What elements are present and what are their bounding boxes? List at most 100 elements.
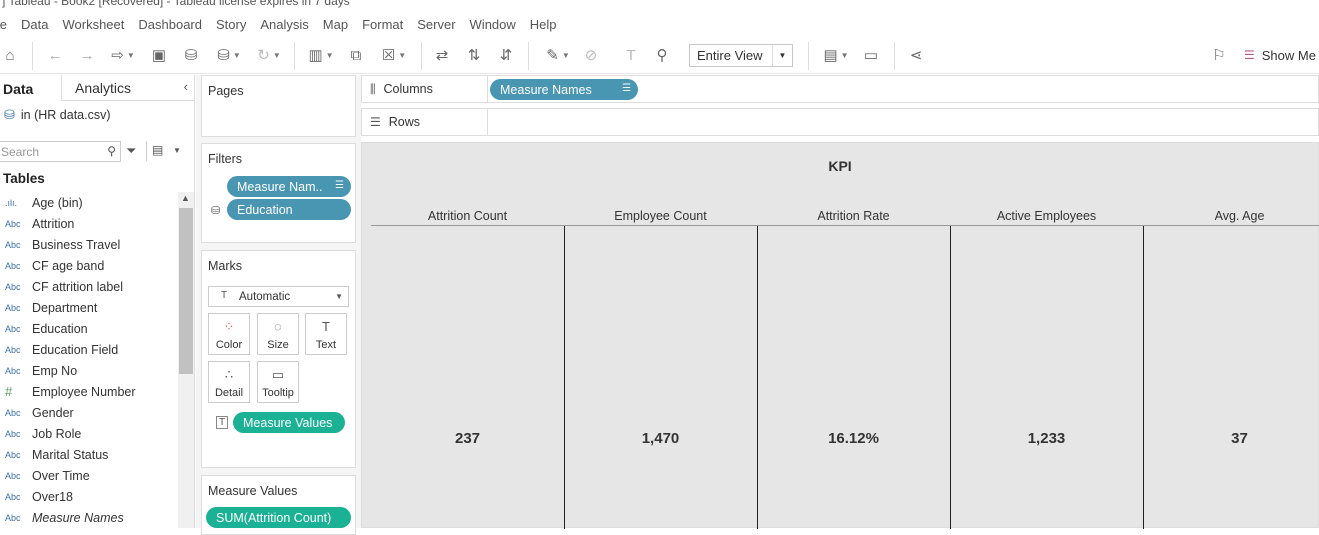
scroll-up-icon[interactable]: ▲: [181, 193, 190, 203]
field-emp-no[interactable]: Abc Emp No: [0, 360, 178, 381]
menu-format[interactable]: Format: [362, 17, 411, 32]
presentation-mode-icon[interactable]: ▭: [860, 44, 882, 66]
redo-icon[interactable]: →: [76, 44, 98, 66]
filter-pill-education[interactable]: Education: [227, 199, 351, 220]
header-active-employees[interactable]: Active Employees: [950, 209, 1143, 223]
size-button[interactable]: ◌ Size: [257, 313, 299, 355]
field-department[interactable]: Abc Department: [0, 297, 178, 318]
rows-label: ☰ Rows: [362, 109, 488, 135]
header-employee-count[interactable]: Employee Count: [564, 209, 757, 223]
filter-icon[interactable]: ⏷: [126, 143, 136, 159]
field-attrition[interactable]: Abc Attrition: [0, 213, 178, 234]
measure-pill-attrition-count[interactable]: SUM(Attrition Count): [206, 507, 351, 528]
detail-button[interactable]: ∴ Detail: [208, 361, 250, 403]
sort-descending-icon[interactable]: ⇵: [495, 44, 517, 66]
highlight-icon[interactable]: ✎ ▼: [540, 44, 576, 66]
filters-card[interactable]: Filters Measure Nam.. ☰ ⛁ Education: [201, 143, 356, 243]
field-gender[interactable]: Abc Gender: [0, 402, 178, 423]
column-divider: [564, 226, 565, 529]
text-button[interactable]: T Text: [305, 313, 347, 355]
replay-icon[interactable]: ⇨ ▼: [106, 44, 140, 66]
collapse-pane-icon[interactable]: ‹: [184, 79, 188, 94]
show-me-button[interactable]: ☰ Show Me: [1244, 44, 1319, 66]
menu-analysis[interactable]: Analysis: [260, 17, 316, 32]
tab-data[interactable]: Data: [0, 75, 62, 101]
menu-story[interactable]: Story: [216, 17, 254, 32]
datasource-item[interactable]: ⛁ in (HR data.csv): [4, 107, 111, 123]
field-over-time[interactable]: Abc Over Time: [0, 465, 178, 486]
worksheet-view[interactable]: KPI Attrition Count Employee Count Attri…: [361, 142, 1319, 529]
button-label: Tooltip: [262, 387, 294, 399]
menu-help[interactable]: Help: [530, 17, 565, 32]
tab-analytics[interactable]: Analytics: [75, 80, 131, 96]
field-over18[interactable]: Abc Over18: [0, 486, 178, 507]
menu-map[interactable]: Map: [323, 17, 356, 32]
measure-values-title: Measure Values: [208, 484, 298, 498]
field-employee-number[interactable]: # Employee Number: [0, 381, 178, 402]
view-options-icon[interactable]: ▤: [152, 143, 163, 157]
field-cf-age-band[interactable]: Abc CF age band: [0, 255, 178, 276]
mark-type-select[interactable]: T Automatic ▼: [208, 286, 349, 307]
marks-pill-measure-values[interactable]: Measure Values: [233, 412, 345, 433]
header-attrition-rate[interactable]: Attrition Rate: [757, 209, 950, 223]
menu-bar: ile Data Worksheet Dashboard Story Analy…: [0, 13, 1319, 35]
value-employee-count[interactable]: 1,470: [564, 430, 757, 447]
field-education[interactable]: Abc Education: [0, 318, 178, 339]
pages-card[interactable]: Pages: [201, 75, 356, 137]
undo-icon[interactable]: ←: [44, 44, 66, 66]
new-worksheet-icon[interactable]: ▥ ▼: [303, 44, 339, 66]
menu-file[interactable]: ile: [0, 17, 15, 32]
field-label: Gender: [32, 405, 74, 420]
value-attrition-count[interactable]: 237: [371, 430, 564, 447]
header-attrition-count[interactable]: Attrition Count: [371, 209, 564, 223]
duplicate-sheet-icon[interactable]: ⧉: [345, 44, 367, 66]
rows-shelf[interactable]: ☰ Rows: [361, 108, 1319, 136]
swap-rows-columns-icon[interactable]: ⇄: [431, 44, 453, 66]
refresh-icon[interactable]: ↻ ▼: [252, 44, 286, 66]
fit-mode-value: Entire View: [697, 48, 763, 63]
field-list-scrollbar[interactable]: ▲: [178, 192, 194, 528]
menu-data[interactable]: Data: [21, 17, 56, 32]
group-members-icon[interactable]: ⊘: [580, 44, 602, 66]
header-avg-age[interactable]: Avg. Age: [1143, 209, 1319, 223]
field-business-travel[interactable]: Abc Business Travel: [0, 234, 178, 255]
show-cards-icon[interactable]: ▤ ▼: [818, 44, 854, 66]
field-job-role[interactable]: Abc Job Role: [0, 423, 178, 444]
share-icon[interactable]: ⋖: [905, 44, 927, 66]
chevron-down-icon[interactable]: ▼: [173, 146, 181, 155]
tooltip-button[interactable]: ▭ Tooltip: [257, 361, 299, 403]
pin-axes-icon[interactable]: ⚲: [651, 44, 673, 66]
field-age-bin[interactable]: .ılı. Age (bin): [0, 192, 178, 213]
save-icon[interactable]: ▣: [148, 44, 170, 66]
sort-icon: ☰: [622, 83, 631, 94]
pause-updates-icon[interactable]: ⛁ ▼: [212, 44, 246, 66]
show-labels-icon[interactable]: T: [620, 44, 642, 66]
field-education-field[interactable]: Abc Education Field: [0, 339, 178, 360]
columns-shelf[interactable]: ⫼ Columns Measure Names ☰: [361, 75, 1319, 103]
sort-ascending-icon[interactable]: ⇅: [463, 44, 485, 66]
home-icon[interactable]: ⌂: [0, 44, 20, 66]
filter-pill-measure-names[interactable]: Measure Nam.. ☰: [227, 176, 351, 197]
color-button[interactable]: ⁘ Color: [208, 313, 250, 355]
menu-server[interactable]: Server: [417, 17, 463, 32]
string-type-icon: Abc: [5, 407, 21, 418]
field-marital-status[interactable]: Abc Marital Status: [0, 444, 178, 465]
field-label: Business Travel: [32, 237, 121, 252]
value-attrition-rate[interactable]: 16.12%: [757, 430, 950, 447]
scroll-thumb[interactable]: [179, 208, 193, 374]
search-input[interactable]: Search ⚲: [0, 141, 121, 162]
menu-window[interactable]: Window: [470, 17, 524, 32]
fit-mode-select[interactable]: Entire View ▼: [689, 44, 793, 67]
column-divider: [950, 226, 951, 529]
field-measure-names[interactable]: Abc Measure Names: [0, 507, 178, 528]
field-cf-attrition-label[interactable]: Abc CF attrition label: [0, 276, 178, 297]
columns-pill-measure-names[interactable]: Measure Names ☰: [490, 79, 638, 100]
menu-worksheet[interactable]: Worksheet: [62, 17, 132, 32]
new-datasource-icon[interactable]: ⛁: [180, 44, 202, 66]
clear-sheet-icon[interactable]: ☒ ▼: [376, 44, 412, 66]
menu-dashboard[interactable]: Dashboard: [138, 17, 210, 32]
button-label: Text: [315, 339, 337, 351]
value-avg-age[interactable]: 37: [1143, 430, 1319, 447]
value-active-employees[interactable]: 1,233: [950, 430, 1143, 447]
show-me-pin-icon[interactable]: ⚐: [1208, 44, 1230, 66]
